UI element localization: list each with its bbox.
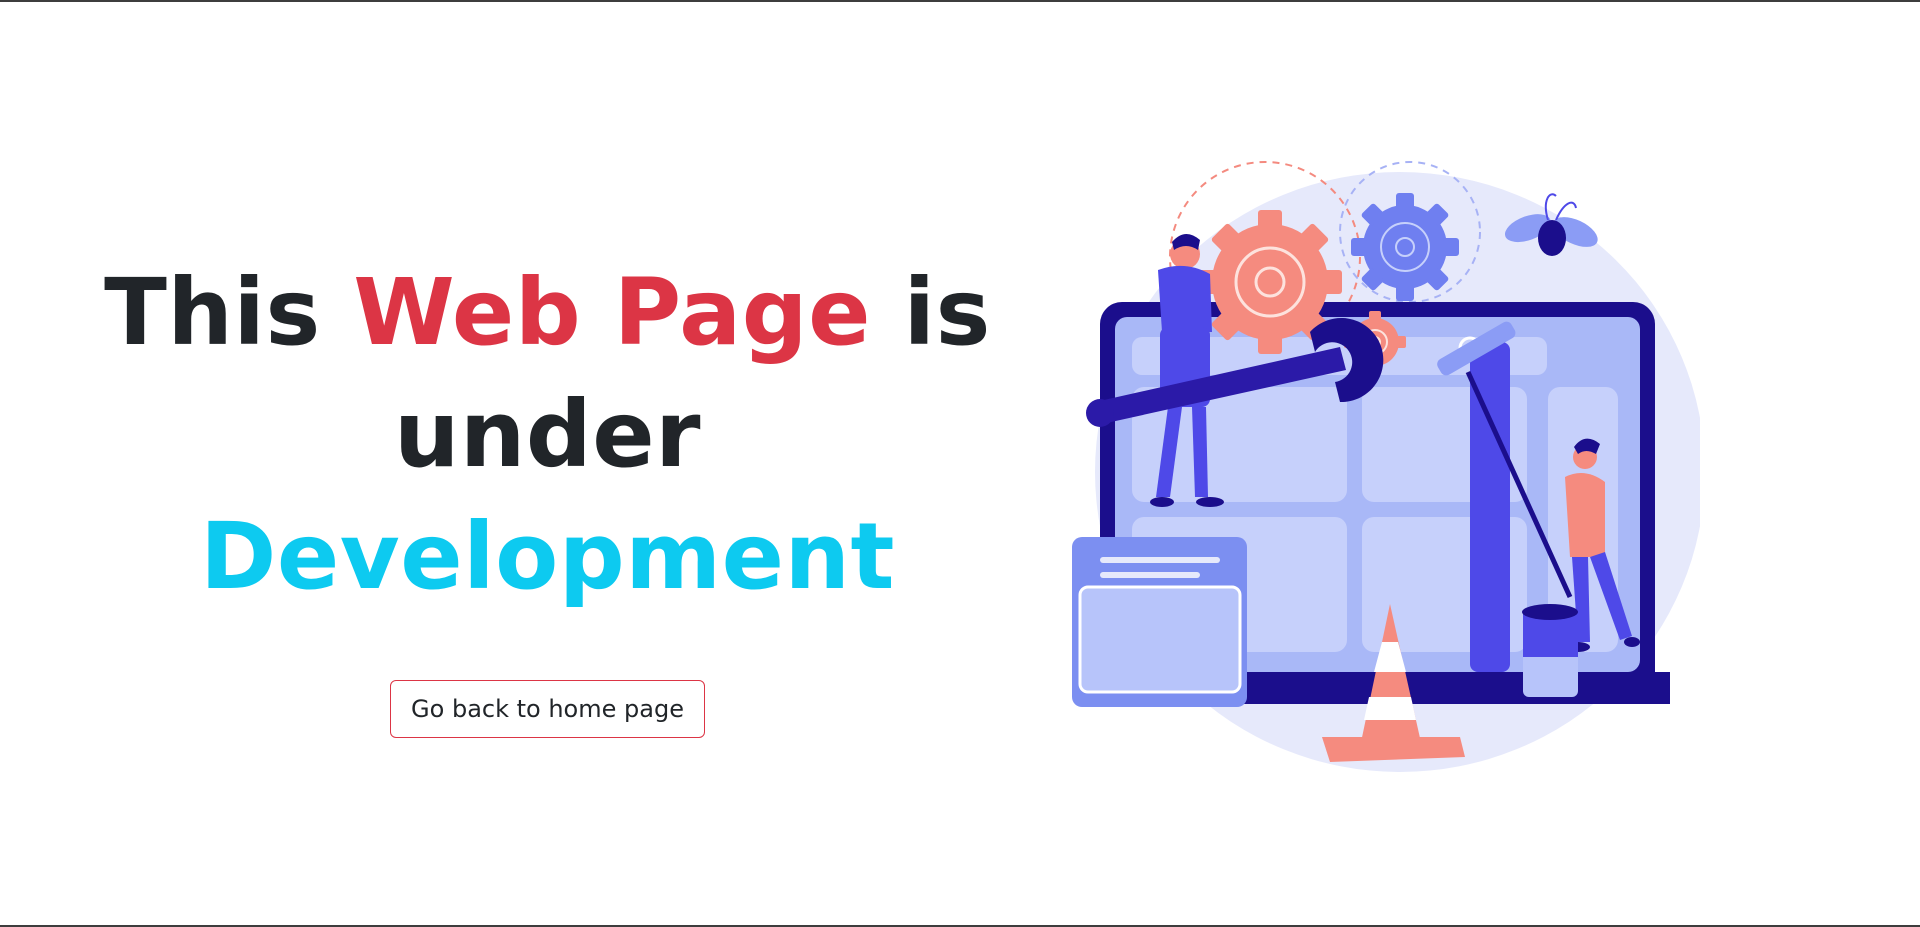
- hero-text-block: This Web Page is under Development Go ba…: [90, 252, 1005, 738]
- title-part-web-page: Web Page: [353, 259, 872, 366]
- window-card-line: [1100, 572, 1200, 578]
- under-construction-illustration: [1072, 161, 1700, 772]
- title-part-development: Development: [200, 503, 895, 610]
- title-part-1: This: [104, 259, 354, 366]
- page-title: This Web Page is under Development: [90, 252, 1005, 618]
- blue-gear-icon: [1351, 193, 1459, 301]
- window-card-panel: [1078, 585, 1242, 694]
- paint-bucket-icon: [1522, 604, 1578, 697]
- home-page-button[interactable]: Go back to home page: [390, 680, 705, 738]
- page: This Web Page is under Development Go ba…: [0, 0, 1920, 927]
- window-card-line: [1100, 557, 1220, 563]
